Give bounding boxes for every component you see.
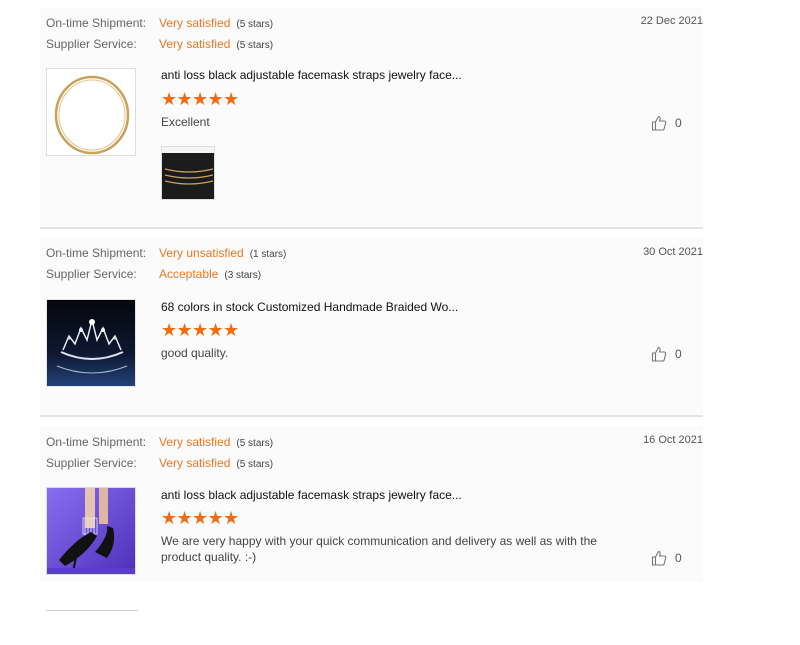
product-title-link[interactable]: anti loss black adjustable facemask stra… — [161, 68, 462, 82]
star-icon: ★ — [207, 320, 224, 340]
shipment-label: On-time Shipment: — [46, 246, 147, 260]
star-icon: ★ — [192, 320, 209, 340]
shipment-value: Very unsatisfied — [159, 246, 244, 260]
waist-chain-photo — [162, 147, 214, 199]
review-comment: We are very happy with your quick commun… — [161, 534, 597, 564]
next-review-edge — [46, 610, 138, 611]
review-card: On-time Shipment: Very satisfied (5 stars)… — [40, 426, 703, 582]
star-icon: ★ — [223, 320, 240, 340]
star-icon: ★ — [161, 89, 178, 109]
product-thumbnail[interactable] — [46, 487, 136, 575]
service-value: Very satisfied — [159, 37, 231, 51]
star-icon: ★ — [176, 508, 193, 528]
service-value: Very satisfied — [159, 456, 231, 470]
star-icon: ★ — [207, 508, 224, 528]
star-icon: ★ — [192, 508, 209, 528]
star-icon: ★ — [161, 320, 178, 340]
review-card: On-time Shipment: Very satisfied (5 stars)… — [40, 8, 703, 226]
star-icon: ★ — [176, 320, 193, 340]
product-title-link[interactable]: anti loss black adjustable facemask stra… — [161, 488, 462, 502]
review-divider — [40, 415, 703, 417]
product-thumbnail[interactable] — [46, 68, 136, 156]
like-count: 0 — [675, 116, 682, 130]
review-date: 22 Dec 2021 — [640, 15, 703, 27]
star-icon: ★ — [176, 89, 193, 109]
like-button[interactable]: 0 — [651, 115, 682, 131]
shipment-count: (1 stars) — [249, 249, 287, 260]
star-icon: ★ — [192, 89, 209, 109]
product-title-link[interactable]: 68 colors in stock Customized Handmade B… — [161, 300, 458, 314]
review-date: 30 Oct 2021 — [643, 246, 703, 258]
star-icon: ★ — [223, 89, 240, 109]
thumbs-up-icon — [651, 550, 667, 566]
star-rating: ★★★★★ — [161, 509, 239, 527]
thumbs-up-icon — [651, 115, 667, 131]
shipment-count: (5 stars) — [236, 19, 274, 30]
star-rating: ★★★★★ — [161, 90, 239, 108]
review-comment: good quality. — [161, 346, 229, 360]
shipment-rating: On-time Shipment: Very satisfied (5 stars) — [46, 16, 273, 30]
review-photo[interactable] — [161, 146, 215, 200]
anklet-heels-image — [47, 488, 135, 574]
service-rating: Supplier Service: Very satisfied (5 stars) — [46, 37, 273, 51]
product-thumbnail[interactable] — [46, 299, 136, 387]
gold-chain-necklace-image — [47, 69, 135, 155]
service-value: Acceptable — [159, 267, 219, 281]
review-card: On-time Shipment: Very unsatisfied (1 star… — [40, 238, 703, 414]
star-icon: ★ — [207, 89, 224, 109]
shipment-label: On-time Shipment: — [46, 16, 147, 30]
star-icon: ★ — [223, 508, 240, 528]
shipment-count: (5 stars) — [236, 438, 274, 449]
like-count: 0 — [675, 347, 682, 361]
service-count: (3 stars) — [224, 270, 262, 281]
service-label: Supplier Service: — [46, 456, 137, 470]
shipment-value: Very satisfied — [159, 435, 231, 449]
review-comment: Excellent — [161, 115, 210, 129]
review-date: 16 Oct 2021 — [643, 434, 703, 446]
service-label: Supplier Service: — [46, 37, 137, 51]
service-rating: Supplier Service: Very satisfied (5 stars) — [46, 456, 273, 470]
like-button[interactable]: 0 — [651, 346, 682, 362]
star-icon: ★ — [161, 508, 178, 528]
like-button[interactable]: 0 — [651, 550, 682, 566]
service-count: (5 stars) — [236, 40, 274, 51]
service-rating: Supplier Service: Acceptable (3 stars) — [46, 267, 261, 281]
like-count: 0 — [675, 551, 682, 565]
star-rating: ★★★★★ — [161, 321, 239, 339]
service-count: (5 stars) — [236, 459, 274, 470]
shipment-value: Very satisfied — [159, 16, 231, 30]
thumbs-up-icon — [651, 346, 667, 362]
tiara-crown-image — [47, 300, 135, 386]
review-divider — [40, 227, 703, 229]
shipment-rating: On-time Shipment: Very unsatisfied (1 star… — [46, 246, 286, 260]
shipment-label: On-time Shipment: — [46, 435, 147, 449]
service-label: Supplier Service: — [46, 267, 137, 281]
shipment-rating: On-time Shipment: Very satisfied (5 stars) — [46, 435, 273, 449]
